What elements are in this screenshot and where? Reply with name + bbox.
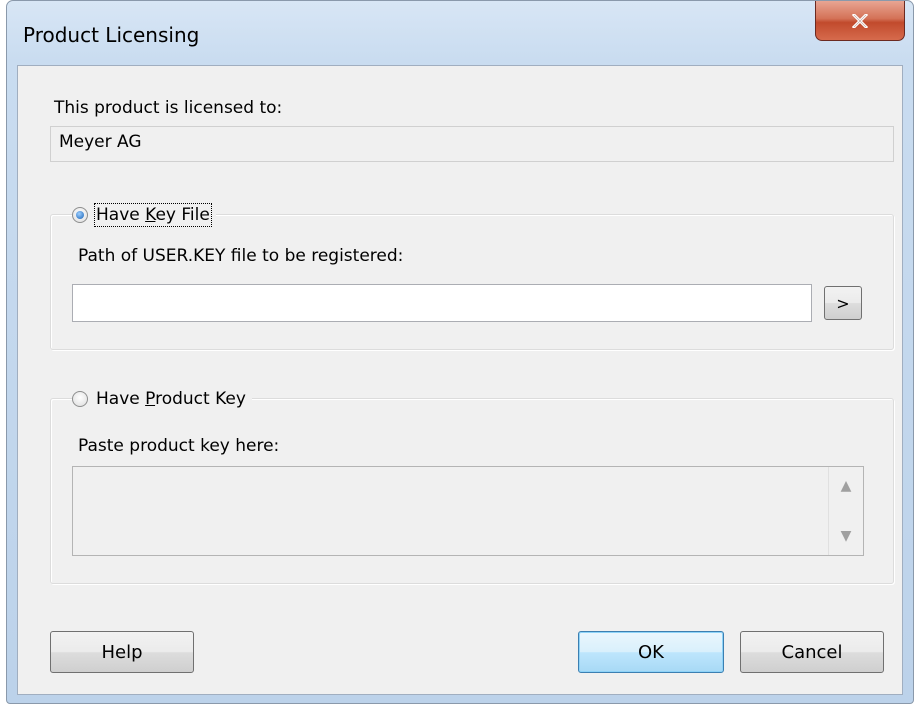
licensee-name: Meyer AG — [59, 132, 142, 152]
title-bar[interactable]: Product Licensing — [7, 1, 913, 65]
window-title: Product Licensing — [23, 23, 200, 47]
vertical-scrollbar[interactable]: ▲ ▼ — [828, 467, 863, 555]
key-file-group — [50, 214, 894, 350]
cancel-button[interactable]: Cancel — [740, 631, 884, 673]
scroll-up-icon[interactable]: ▲ — [829, 471, 863, 501]
ok-button[interactable]: OK — [578, 631, 724, 673]
paste-key-label: Paste product key here: — [78, 436, 280, 456]
product-key-textarea[interactable]: ▲ ▼ — [72, 466, 864, 556]
help-button[interactable]: Help — [50, 631, 194, 673]
product-key-radio[interactable]: Have Product Key — [72, 386, 252, 412]
radio-unchecked-icon[interactable] — [72, 391, 88, 407]
browse-button[interactable]: > — [824, 286, 862, 320]
licensed-to-value: Meyer AG — [50, 126, 894, 162]
close-button[interactable] — [815, 1, 905, 41]
scroll-down-icon[interactable]: ▼ — [829, 521, 863, 551]
key-path-label: Path of USER.KEY file to be registered: — [78, 246, 404, 266]
key-file-radio[interactable]: Have Key File — [72, 202, 216, 228]
browse-arrow-icon: > — [836, 293, 850, 313]
dialog-window: Product Licensing This product is licens… — [6, 0, 914, 704]
product-key-option-label: Have Product Key — [96, 389, 246, 409]
licensed-to-label: This product is licensed to: — [54, 98, 283, 118]
dialog-client-area: This product is licensed to: Meyer AG Ha… — [17, 65, 903, 695]
key-file-option-label: Have Key File — [94, 203, 212, 227]
radio-checked-icon[interactable] — [72, 207, 88, 223]
key-path-input[interactable] — [72, 284, 812, 322]
close-icon — [852, 13, 868, 28]
